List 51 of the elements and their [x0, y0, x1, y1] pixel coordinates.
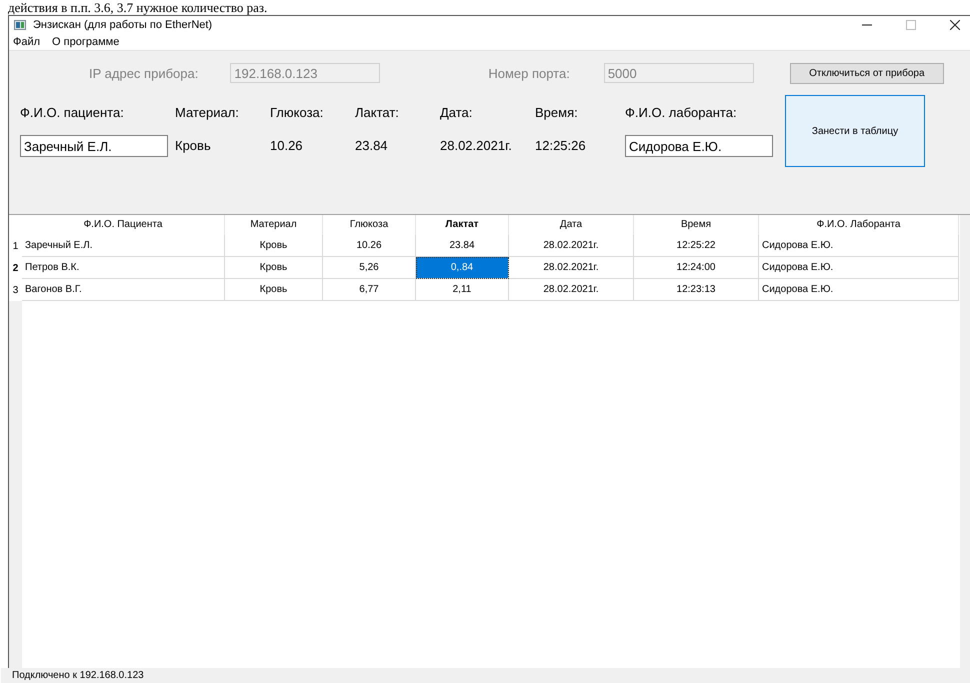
- text-field[interactable]: Сидорова Е.Ю.: [625, 135, 773, 157]
- table-cell[interactable]: 6,77: [323, 279, 416, 301]
- column-header[interactable]: Дата: [509, 215, 634, 235]
- column-header[interactable]: Ф.И.О. Лаборанта: [759, 215, 959, 235]
- document-text: действия в п.п. 3.6, 3.7 нужное количество раз.: [7, 0, 268, 15]
- table-cell[interactable]: Кровь: [225, 257, 323, 279]
- table-cell[interactable]: 28.02.2021г.: [509, 235, 634, 257]
- field-label: Материал:: [175, 105, 240, 121]
- ip-label: IP адрес прибора:: [89, 66, 198, 80]
- field-label: Ф.И.О. пациента:: [20, 105, 125, 121]
- add-to-table-button[interactable]: Занести в таблицу: [785, 95, 925, 167]
- table-cell[interactable]: 12:25:22: [634, 235, 759, 257]
- field-label: Дата:: [440, 105, 474, 121]
- field-value: 10.26: [270, 137, 304, 155]
- table-cell[interactable]: Петров В.К.: [22, 257, 225, 279]
- text-field[interactable]: Заречный Е.Л.: [20, 135, 168, 157]
- window-title: Энзискан (для работы по EtherNet): [33, 19, 212, 31]
- field-label: Глюкоза:: [270, 105, 324, 121]
- field-value: Кровь: [175, 137, 212, 155]
- column-header[interactable]: Глюкоза: [323, 215, 416, 235]
- column-header[interactable]: Материал: [225, 215, 323, 235]
- table-cell[interactable]: 12:23:13: [634, 279, 759, 301]
- table-cell[interactable]: 28.02.2021г.: [509, 279, 634, 301]
- field-label: Время:: [535, 105, 579, 121]
- field-label: Лактат:: [355, 105, 400, 121]
- column-header[interactable]: Время: [634, 215, 759, 235]
- table-cell[interactable]: Сидорова Е.Ю.: [759, 257, 959, 279]
- status-text: Подключено к 192.168.0.123: [1, 668, 970, 683]
- table-cell[interactable]: Заречный Е.Л.: [22, 235, 225, 257]
- table-cell[interactable]: 2,11: [416, 279, 509, 301]
- disconnect-button[interactable]: Отключиться от прибора: [790, 62, 944, 84]
- column-header[interactable]: Лактат: [416, 215, 509, 235]
- table-cell[interactable]: Кровь: [225, 235, 323, 257]
- app-icon: [14, 20, 26, 30]
- field-value: 28.02.2021г.: [440, 137, 513, 155]
- table-cell[interactable]: 28.02.2021г.: [509, 257, 634, 279]
- column-header[interactable]: Ф.И.О. Пациента: [22, 215, 225, 235]
- menu-item[interactable]: Файл: [13, 36, 40, 48]
- close-icon[interactable]: [950, 20, 960, 30]
- table-cell[interactable]: Кровь: [225, 279, 323, 301]
- field-value: 12:25:26: [535, 137, 587, 155]
- table-cell[interactable]: 0,.84: [416, 257, 509, 279]
- port-label: Номер порта:: [488, 66, 570, 80]
- field-value: 23.84: [355, 137, 389, 155]
- menu-item[interactable]: О программе: [52, 36, 120, 48]
- table-cell[interactable]: Вагонов В.Г.: [22, 279, 225, 301]
- table-cell[interactable]: 12:24:00: [634, 257, 759, 279]
- field-label: Ф.И.О. лаборанта:: [625, 105, 738, 121]
- table-cell[interactable]: Сидорова Е.Ю.: [759, 235, 959, 257]
- table-cell[interactable]: 10.26: [323, 235, 416, 257]
- table-cell[interactable]: Сидорова Е.Ю.: [759, 279, 959, 301]
